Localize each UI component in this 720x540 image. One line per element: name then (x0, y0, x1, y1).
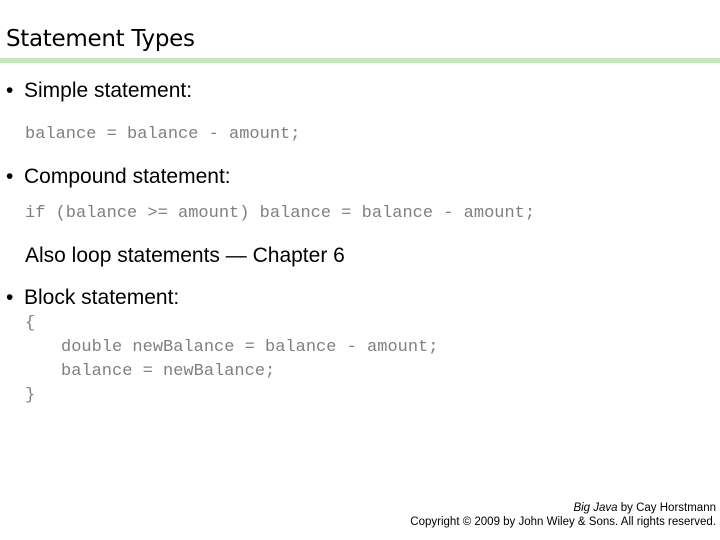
code-block-line2: balance = newBalance; (61, 362, 276, 381)
bullet-icon: • (6, 165, 14, 188)
code-simple: balance = balance - amount; (25, 125, 301, 144)
bullet-icon: • (6, 79, 14, 102)
code-block-open: { (25, 314, 36, 333)
bullet-label: Compound statement: (24, 165, 231, 188)
book-author: by Cay Horstmann (617, 502, 716, 514)
bullet-block: • Block statement: (6, 286, 179, 310)
bullet-simple: • Simple statement: (6, 79, 192, 103)
bullet-icon: • (6, 286, 14, 309)
book-title: Big Java (573, 502, 618, 514)
bullet-label: Block statement: (24, 286, 180, 309)
bullet-compound: • Compound statement: (6, 165, 231, 189)
code-block-close: } (25, 386, 36, 405)
code-block-line1: double newBalance = balance - amount; (61, 338, 439, 357)
loop-note: Also loop statements — Chapter 6 (25, 244, 345, 267)
code-compound: if (balance >= amount) balance = balance… (25, 204, 536, 223)
title-divider (0, 58, 720, 63)
bullet-label: Simple statement: (24, 79, 193, 102)
footer: Big Java by Cay Horstmann Copyright © 20… (410, 501, 716, 529)
copyright: Copyright © 2009 by John Wiley & Sons. A… (410, 516, 716, 528)
slide-title: Statement Types (6, 26, 195, 52)
